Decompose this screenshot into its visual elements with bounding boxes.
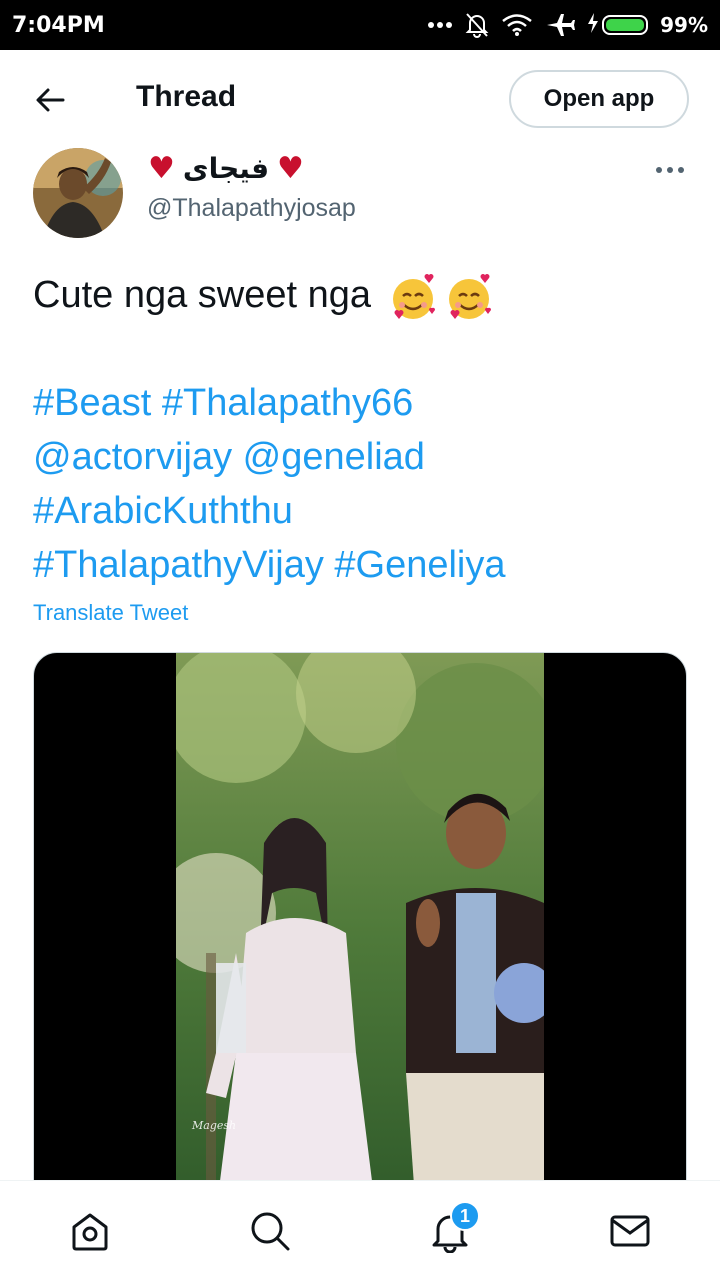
- tweet-text-content: Cute nga sweet nga: [33, 274, 372, 316]
- page-title: Thread: [136, 80, 237, 113]
- translate-tweet-link[interactable]: Translate Tweet: [33, 600, 188, 626]
- more-horizontal-icon: [656, 167, 684, 173]
- charging-bolt-icon: [587, 12, 599, 38]
- hashtag-link[interactable]: #ArabicKuththu: [33, 490, 293, 532]
- thread-header: Thread Open app: [0, 50, 720, 148]
- status-time: 7:04PM: [12, 12, 105, 38]
- hashtag-line: #Beast #Thalapathy66: [33, 376, 693, 430]
- wifi-icon: [501, 13, 533, 37]
- hashtag-line: #ArabicKuththu: [33, 484, 693, 538]
- video-watermark: Magesh: [191, 1119, 236, 1132]
- avatar[interactable]: [33, 148, 123, 238]
- more-dots-icon: [427, 21, 453, 29]
- airplane-icon: [545, 12, 576, 38]
- back-arrow-icon: [36, 88, 65, 112]
- hashtags: #Beast #Thalapathy66 @actorvijay @geneli…: [33, 376, 693, 592]
- hashtag-line: @actorvijay @geneliad: [33, 430, 693, 484]
- smiling-face-with-hearts-icon: [388, 272, 438, 322]
- home-icon: [72, 1213, 108, 1251]
- hashtag-link[interactable]: #ThalapathyVijay: [33, 544, 324, 586]
- status-icons: 99%: [427, 12, 708, 38]
- search-icon: [251, 1212, 290, 1251]
- nav-notifications-button[interactable]: 1: [420, 1201, 480, 1261]
- mute-bell-icon: [465, 12, 489, 38]
- nav-home-button[interactable]: [60, 1201, 120, 1261]
- bottom-navigation: 1: [0, 1180, 720, 1281]
- hashtag-link[interactable]: #Geneliya: [334, 544, 505, 586]
- tweet-text: Cute nga sweet nga: [33, 268, 693, 322]
- more-options-button[interactable]: [652, 158, 688, 182]
- messages-icon: [610, 1215, 650, 1247]
- hashtag-line: #ThalapathyVijay #Geneliya: [33, 538, 693, 592]
- back-button[interactable]: [30, 82, 70, 118]
- battery-percent: 99%: [660, 13, 708, 37]
- display-name-text: فيجاى: [182, 152, 270, 185]
- user-handle[interactable]: @Thalapathyjosap: [147, 194, 356, 223]
- open-app-button[interactable]: Open app: [509, 70, 689, 128]
- mention-link[interactable]: @geneliad: [243, 436, 425, 478]
- notification-badge: 1: [450, 1201, 480, 1231]
- heart-icon: ♥: [148, 150, 175, 186]
- tweet-video[interactable]: Magesh: [33, 652, 687, 1212]
- nav-search-button[interactable]: [240, 1201, 300, 1261]
- video-frame: Magesh: [176, 653, 544, 1211]
- nav-messages-button[interactable]: [600, 1201, 660, 1261]
- display-name[interactable]: ♥ فيجاى ♥: [148, 152, 304, 185]
- mention-link[interactable]: @actorvijay: [33, 436, 232, 478]
- status-bar: 7:04PM 99%: [0, 0, 720, 50]
- battery-level: [602, 15, 649, 35]
- battery-icon: [587, 12, 649, 38]
- smiling-face-with-hearts-icon: [444, 272, 494, 322]
- hashtag-link[interactable]: #Beast: [33, 382, 151, 424]
- hashtag-link[interactable]: #Thalapathy66: [162, 382, 413, 424]
- heart-icon: ♥: [277, 150, 304, 186]
